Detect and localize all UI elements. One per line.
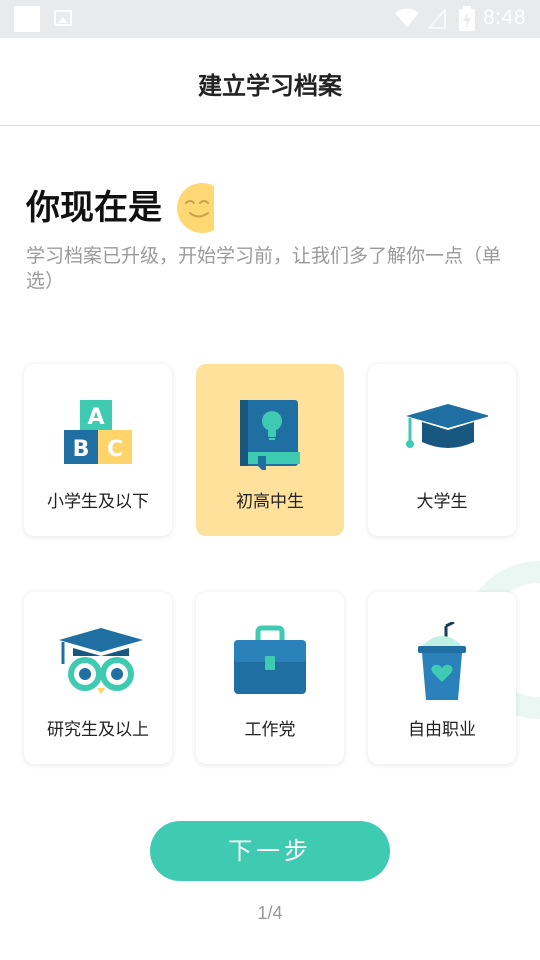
status-time: 8:48	[483, 6, 526, 29]
battery-charging-icon	[459, 6, 475, 31]
option-postgraduate[interactable]: 研究生及以上	[24, 592, 172, 764]
drink-cup-icon	[418, 622, 466, 700]
option-freelance[interactable]: 自由职业	[368, 592, 516, 764]
svg-text:B: B	[73, 437, 90, 462]
subtitle: 学习档案已升级，开始学习前，让我们多了解你一点（单选）	[26, 245, 502, 292]
svg-text:C: C	[107, 437, 123, 462]
option-label: 工作党	[244, 720, 296, 740]
option-label: 自由职业	[408, 720, 476, 740]
option-middle-high-school[interactable]: 初高中生	[196, 364, 344, 536]
book-lightbulb-icon	[240, 400, 300, 470]
title-bar: 建立学习档案	[0, 38, 540, 126]
page-indicator: 1/4	[257, 903, 283, 923]
option-working[interactable]: 工作党	[196, 592, 344, 764]
next-button[interactable]: 下一步	[150, 821, 390, 881]
image-icon	[54, 10, 72, 26]
question-heading: 你现在是	[26, 188, 162, 228]
graduation-cap-icon	[406, 404, 488, 448]
notification-square-icon	[14, 6, 40, 32]
wifi-icon	[395, 8, 419, 27]
option-label: 大学生	[416, 492, 468, 512]
status-bar: 8:48	[0, 0, 540, 38]
option-university[interactable]: 大学生	[368, 364, 516, 536]
option-label: 研究生及以上	[47, 720, 149, 740]
smiley-icon	[177, 183, 214, 233]
option-label: 初高中生	[236, 492, 304, 512]
option-label: 小学生及以下	[47, 492, 149, 512]
page-title: 建立学习档案	[198, 72, 342, 100]
owl-graduate-icon	[59, 628, 143, 694]
abc-blocks-icon: A B C	[64, 400, 132, 464]
briefcase-icon	[234, 625, 306, 694]
signal-icon	[428, 9, 446, 29]
svg-text:A: A	[87, 405, 104, 430]
option-primary-school[interactable]: A B C 小学生及以下	[24, 364, 172, 536]
